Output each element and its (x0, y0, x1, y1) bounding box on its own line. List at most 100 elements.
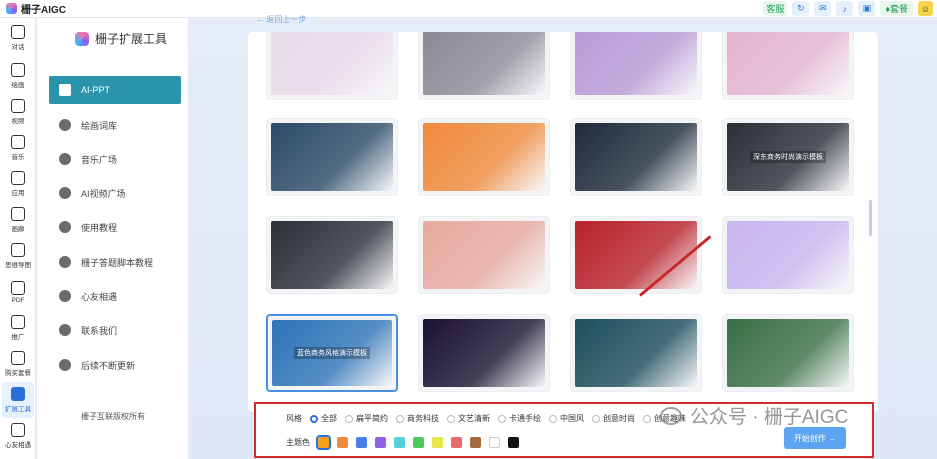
message-icon[interactable]: ✉ (814, 1, 832, 16)
brand[interactable]: 栅子AIGC (0, 1, 66, 16)
pdf-icon (11, 280, 25, 295)
rail-label: 购买套餐 (5, 370, 31, 377)
radio-icon (643, 414, 651, 423)
style-option-label: 中国风 (560, 414, 584, 423)
theme-color-swatch[interactable] (451, 437, 462, 448)
template-preview (423, 319, 545, 387)
menu-item-updates[interactable]: 后续不断更新 (49, 351, 181, 379)
radio-icon (498, 414, 506, 423)
ppt-template-card[interactable] (570, 32, 702, 100)
template-preview (575, 319, 697, 387)
style-option[interactable]: 商务科技 (396, 413, 439, 424)
style-option[interactable]: 全部 (310, 413, 337, 424)
rail-label: 画廊 (11, 226, 25, 233)
theme-color-swatch[interactable] (356, 437, 367, 448)
menu-item-draw-words[interactable]: 绘画词库 (49, 111, 181, 139)
avatar[interactable]: ☺ (918, 1, 933, 16)
style-option[interactable]: 文艺清新 (447, 413, 490, 424)
rail-label: 扩展工具 (5, 406, 31, 413)
rail-item-apps[interactable]: 应用 (2, 166, 34, 202)
rail-item-promote[interactable]: 推广 (2, 310, 34, 346)
template-preview (271, 123, 393, 191)
rail-item-music[interactable]: 音乐 (2, 130, 34, 166)
ppt-template-card[interactable]: 深东商务时尚演示模板 (722, 118, 854, 196)
theme-color-swatch[interactable] (394, 437, 405, 448)
ppt-template-card[interactable]: 蓝色商务风格演示模板 (266, 314, 398, 392)
rail-item-tools[interactable]: 扩展工具 (2, 382, 34, 418)
rail-item-mindmap[interactable]: 思维导图 (2, 238, 34, 274)
ppt-template-card[interactable] (722, 216, 854, 294)
rail-item-chat[interactable]: 对话 (2, 20, 34, 56)
menu-item-music-square[interactable]: 音乐广场 (49, 145, 181, 173)
template-preview (271, 221, 393, 289)
radio-icon (592, 414, 600, 423)
ppt-template-card[interactable] (418, 216, 550, 294)
theme-color-swatch[interactable] (413, 437, 424, 448)
theme-color-swatch[interactable] (432, 437, 443, 448)
mindmap-icon (11, 243, 25, 257)
template-preview (271, 32, 393, 95)
theme-color-swatch[interactable] (508, 437, 519, 448)
style-option-label: 文艺清新 (458, 414, 490, 423)
bell-icon[interactable]: ♪ (836, 1, 854, 16)
theme-color-swatch[interactable] (316, 435, 331, 450)
rail-label: 绘画 (11, 82, 25, 89)
generate-button[interactable]: 开始创作 → (784, 427, 846, 449)
ppt-template-card[interactable] (418, 32, 550, 100)
vip-package-button[interactable]: ♦ 套餐 (880, 1, 913, 16)
theme-color-swatch[interactable] (470, 437, 481, 448)
style-option-label: 商务科技 (407, 414, 439, 423)
ppt-template-card[interactable] (266, 216, 398, 294)
rocket-icon (11, 171, 25, 185)
menu-item-script-tutorial[interactable]: 栅子答题脚本教程 (49, 248, 181, 276)
rail-item-video[interactable]: 视频 (2, 94, 34, 130)
style-option[interactable]: 卡通手绘 (498, 413, 541, 424)
theme-color-swatch[interactable] (337, 437, 348, 448)
heartbeat-icon (59, 290, 71, 302)
sidebar-title: 栅子扩展工具 (75, 30, 167, 47)
rail-item-gallery[interactable]: 画廊 (2, 202, 34, 238)
radio-icon (345, 414, 353, 423)
video-icon (11, 99, 25, 113)
theme-color-swatch[interactable] (489, 437, 500, 448)
youtube-icon (59, 187, 71, 199)
ppt-template-card[interactable] (266, 32, 398, 100)
ppt-template-card[interactable] (722, 32, 854, 100)
menu-label: 心友相遇 (81, 291, 118, 302)
gift-icon[interactable]: ▣ (858, 1, 876, 16)
style-option[interactable]: 创意时尚 (592, 413, 635, 424)
rail-label: PDF (11, 296, 25, 304)
menu-item-friends[interactable]: 心友相遇 (49, 282, 181, 310)
ppt-template-card[interactable] (266, 118, 398, 196)
ppt-template-card[interactable] (418, 314, 550, 392)
theme-color-swatch[interactable] (375, 437, 386, 448)
template-grid: 深东商务时尚演示模板蓝色商务风格演示模板 (248, 32, 878, 412)
play-icon (59, 153, 71, 165)
ppt-template-card[interactable] (570, 216, 702, 294)
rail-item-pdf[interactable]: PDF (2, 274, 34, 310)
ppt-template-card[interactable] (722, 314, 854, 392)
style-option-label: 卡通手绘 (509, 414, 541, 423)
menu-item-ai-video[interactable]: AI视频广场 (49, 179, 181, 207)
rail-item-buy[interactable]: 购买套餐 (2, 346, 34, 382)
rail-item-draw[interactable]: 绘画 (2, 58, 34, 94)
user-icon (59, 324, 71, 336)
style-option[interactable]: 中国风 (549, 413, 584, 424)
brand-logo-icon (6, 3, 17, 14)
customer-service-button[interactable]: 客服 (763, 1, 788, 16)
menu-item-tutorial[interactable]: 使用教程 (49, 213, 181, 241)
menu-item-contact[interactable]: 联系我们 (49, 316, 181, 344)
back-link[interactable]: ← 返回上一步 (256, 14, 306, 25)
menu-label: 使用教程 (81, 222, 118, 233)
scrollbar[interactable] (869, 200, 872, 236)
ppt-template-card[interactable] (418, 118, 550, 196)
brand-logo-icon (75, 31, 89, 46)
style-option[interactable]: 扁平简约 (345, 413, 388, 424)
menu-item-ai-ppt[interactable]: AI-PPT (49, 76, 181, 104)
ppt-template-card[interactable] (570, 118, 702, 196)
sidebar-title-text: 栅子扩展工具 (95, 32, 168, 46)
refresh-icon[interactable]: ↻ (792, 1, 810, 16)
ppt-template-card[interactable] (570, 314, 702, 392)
rail-item-friends[interactable]: 心友相遇 (2, 418, 34, 454)
template-title: 蓝色商务风格演示模板 (294, 347, 370, 359)
